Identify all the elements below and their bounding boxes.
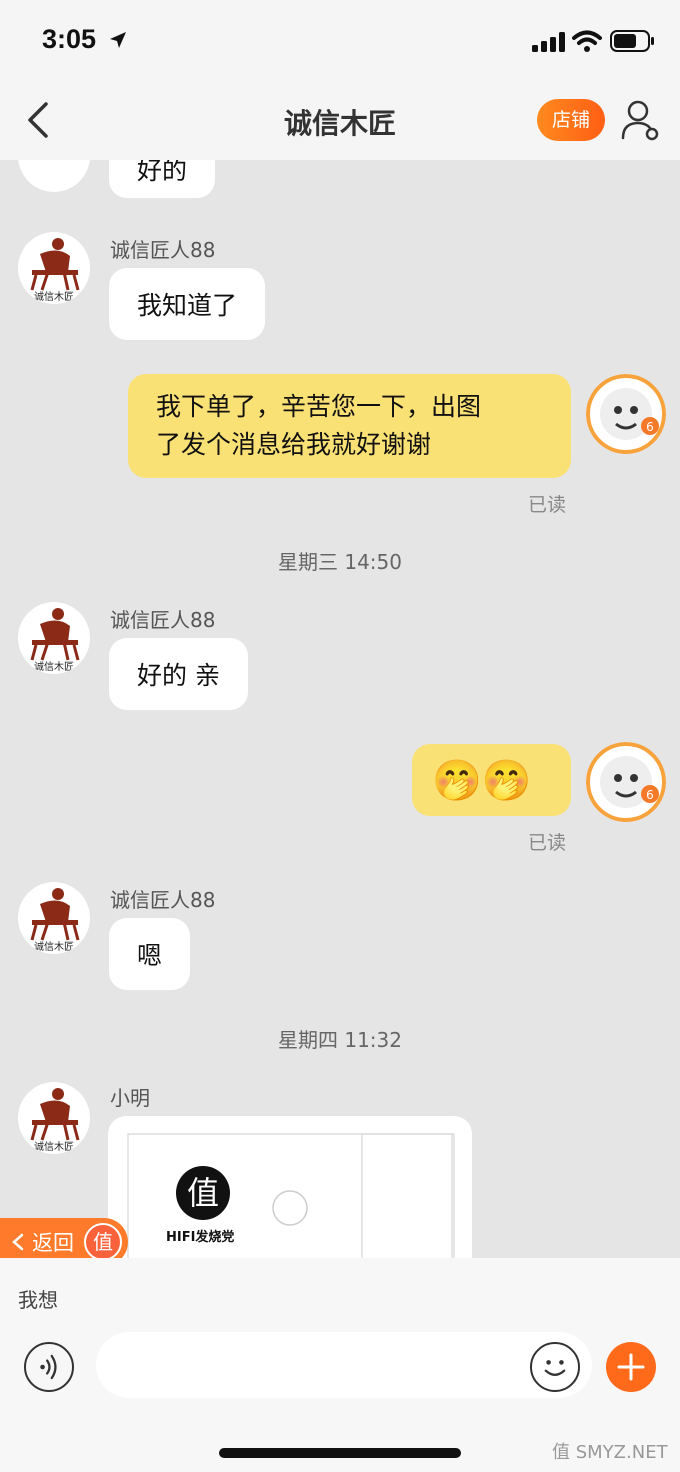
message-text-line1: 我下单了，辛苦您一下，出图: [156, 392, 482, 421]
message-text-line2: 了发个消息给我就好谢谢: [156, 430, 432, 459]
chat-area[interactable]: 好的 诚信木匠 诚信匠人88 我知道了 我下单了，辛苦您一下，出图 了发个消息给…: [0, 160, 680, 1258]
message-bubble-sent[interactable]: 🤭🤭: [412, 744, 571, 816]
read-status: 已读: [528, 832, 567, 854]
plus-icon[interactable]: [606, 1342, 656, 1392]
return-label: 返回: [32, 1231, 74, 1255]
user-settings-icon[interactable]: [620, 98, 662, 142]
watermark: 值 SMYZ.NET: [552, 1442, 668, 1463]
svg-text:诚信木匠: 诚信木匠: [34, 1141, 74, 1153]
sender-name: 诚信匠人88: [110, 608, 216, 632]
voice-input-icon[interactable]: [24, 1342, 74, 1392]
message-text: 我知道了: [137, 291, 238, 320]
sender-name: 诚信匠人88: [110, 238, 216, 262]
shop-avatar[interactable]: 诚信木匠: [18, 602, 90, 674]
shared-image-card[interactable]: 值 HIFI发烧党: [108, 1116, 472, 1258]
shop-avatar[interactable]: 诚信木匠: [18, 232, 90, 304]
emoji-icon[interactable]: [530, 1342, 580, 1392]
shop-avatar[interactable]: 诚信木匠: [18, 1082, 90, 1154]
svg-text:诚信木匠: 诚信木匠: [34, 661, 74, 673]
carpenter-logo-icon: 诚信木匠: [30, 238, 80, 303]
message-bubble-received[interactable]: 好的 亲: [109, 638, 248, 710]
message-text: 好的 亲: [137, 661, 220, 690]
quick-reply-suggestion[interactable]: 我想: [18, 1284, 58, 1313]
chevron-left-icon: [12, 1233, 24, 1251]
sender-name: 小明: [110, 1086, 150, 1110]
message-bubble-received[interactable]: 嗯: [109, 918, 191, 990]
wifi-icon: [572, 30, 602, 52]
cell-signal-icon: [532, 32, 565, 52]
timestamp: 星期三 14:50: [278, 550, 402, 574]
message-bubble-received[interactable]: 我知道了: [109, 268, 266, 340]
shop-avatar[interactable]: 诚信木匠: [18, 882, 90, 954]
emoji-text: 🤭🤭: [432, 757, 532, 804]
shop-button[interactable]: 店铺: [537, 99, 605, 141]
home-indicator: [219, 1448, 461, 1458]
brand-text: HIFI发烧党: [166, 1230, 235, 1245]
shared-image: [127, 1133, 455, 1258]
battery-icon: [610, 30, 654, 52]
svg-text:6: 6: [646, 420, 654, 434]
message-text: 嗯: [137, 941, 163, 970]
svg-text:6: 6: [646, 788, 654, 802]
read-status: 已读: [528, 494, 567, 516]
composer-area: 我想 值 SMYZ.NET: [0, 1258, 680, 1472]
svg-text:诚信木匠: 诚信木匠: [34, 941, 74, 953]
message-bubble-sent[interactable]: 我下单了，辛苦您一下，出图 了发个消息给我就好谢谢: [128, 374, 571, 478]
message-text: 好的: [137, 160, 188, 185]
message-input[interactable]: [96, 1332, 592, 1398]
location-arrow-icon: [110, 32, 126, 48]
nav-bar: 诚信木匠 店铺: [0, 82, 680, 160]
message-bubble-received[interactable]: 好的: [109, 160, 216, 198]
my-avatar[interactable]: 6: [586, 742, 666, 822]
sender-name: 诚信匠人88: [110, 888, 216, 912]
zhi-badge-icon: 值: [84, 1223, 122, 1261]
status-time: 3:05: [42, 24, 97, 54]
carpenter-logo-icon: 诚信木匠: [30, 888, 80, 953]
timestamp: 星期四 11:32: [278, 1028, 402, 1052]
shop-avatar[interactable]: [18, 160, 90, 192]
brand-logo-icon: 值: [176, 1166, 230, 1220]
carpenter-logo-icon: 诚信木匠: [30, 608, 80, 673]
status-bar: 3:05: [0, 0, 680, 82]
carpenter-logo-icon: 诚信木匠: [30, 1088, 80, 1153]
my-avatar[interactable]: 6: [586, 374, 666, 454]
svg-text:诚信木匠: 诚信木匠: [34, 291, 74, 303]
